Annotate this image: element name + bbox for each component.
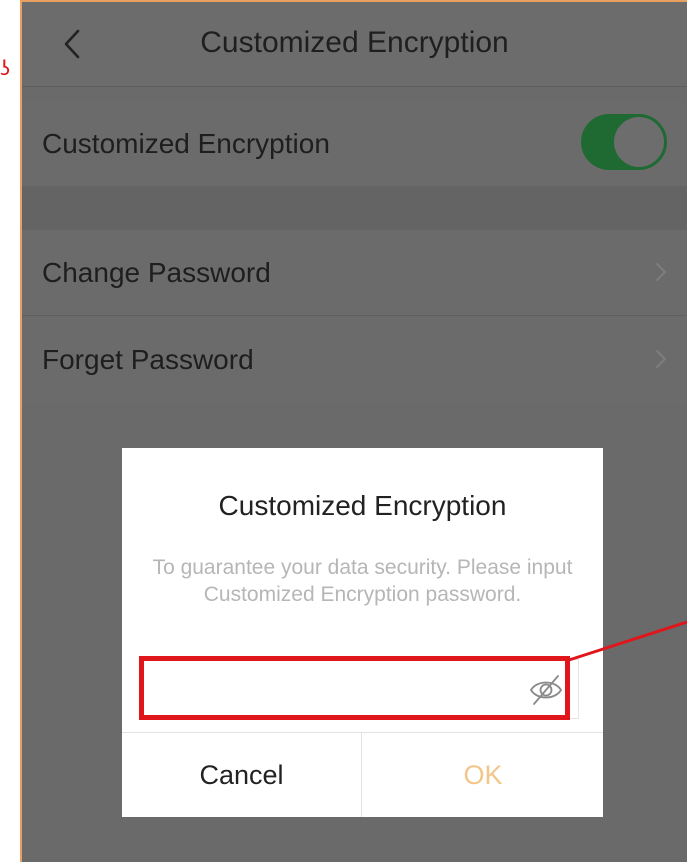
callout-line (568, 620, 687, 662)
